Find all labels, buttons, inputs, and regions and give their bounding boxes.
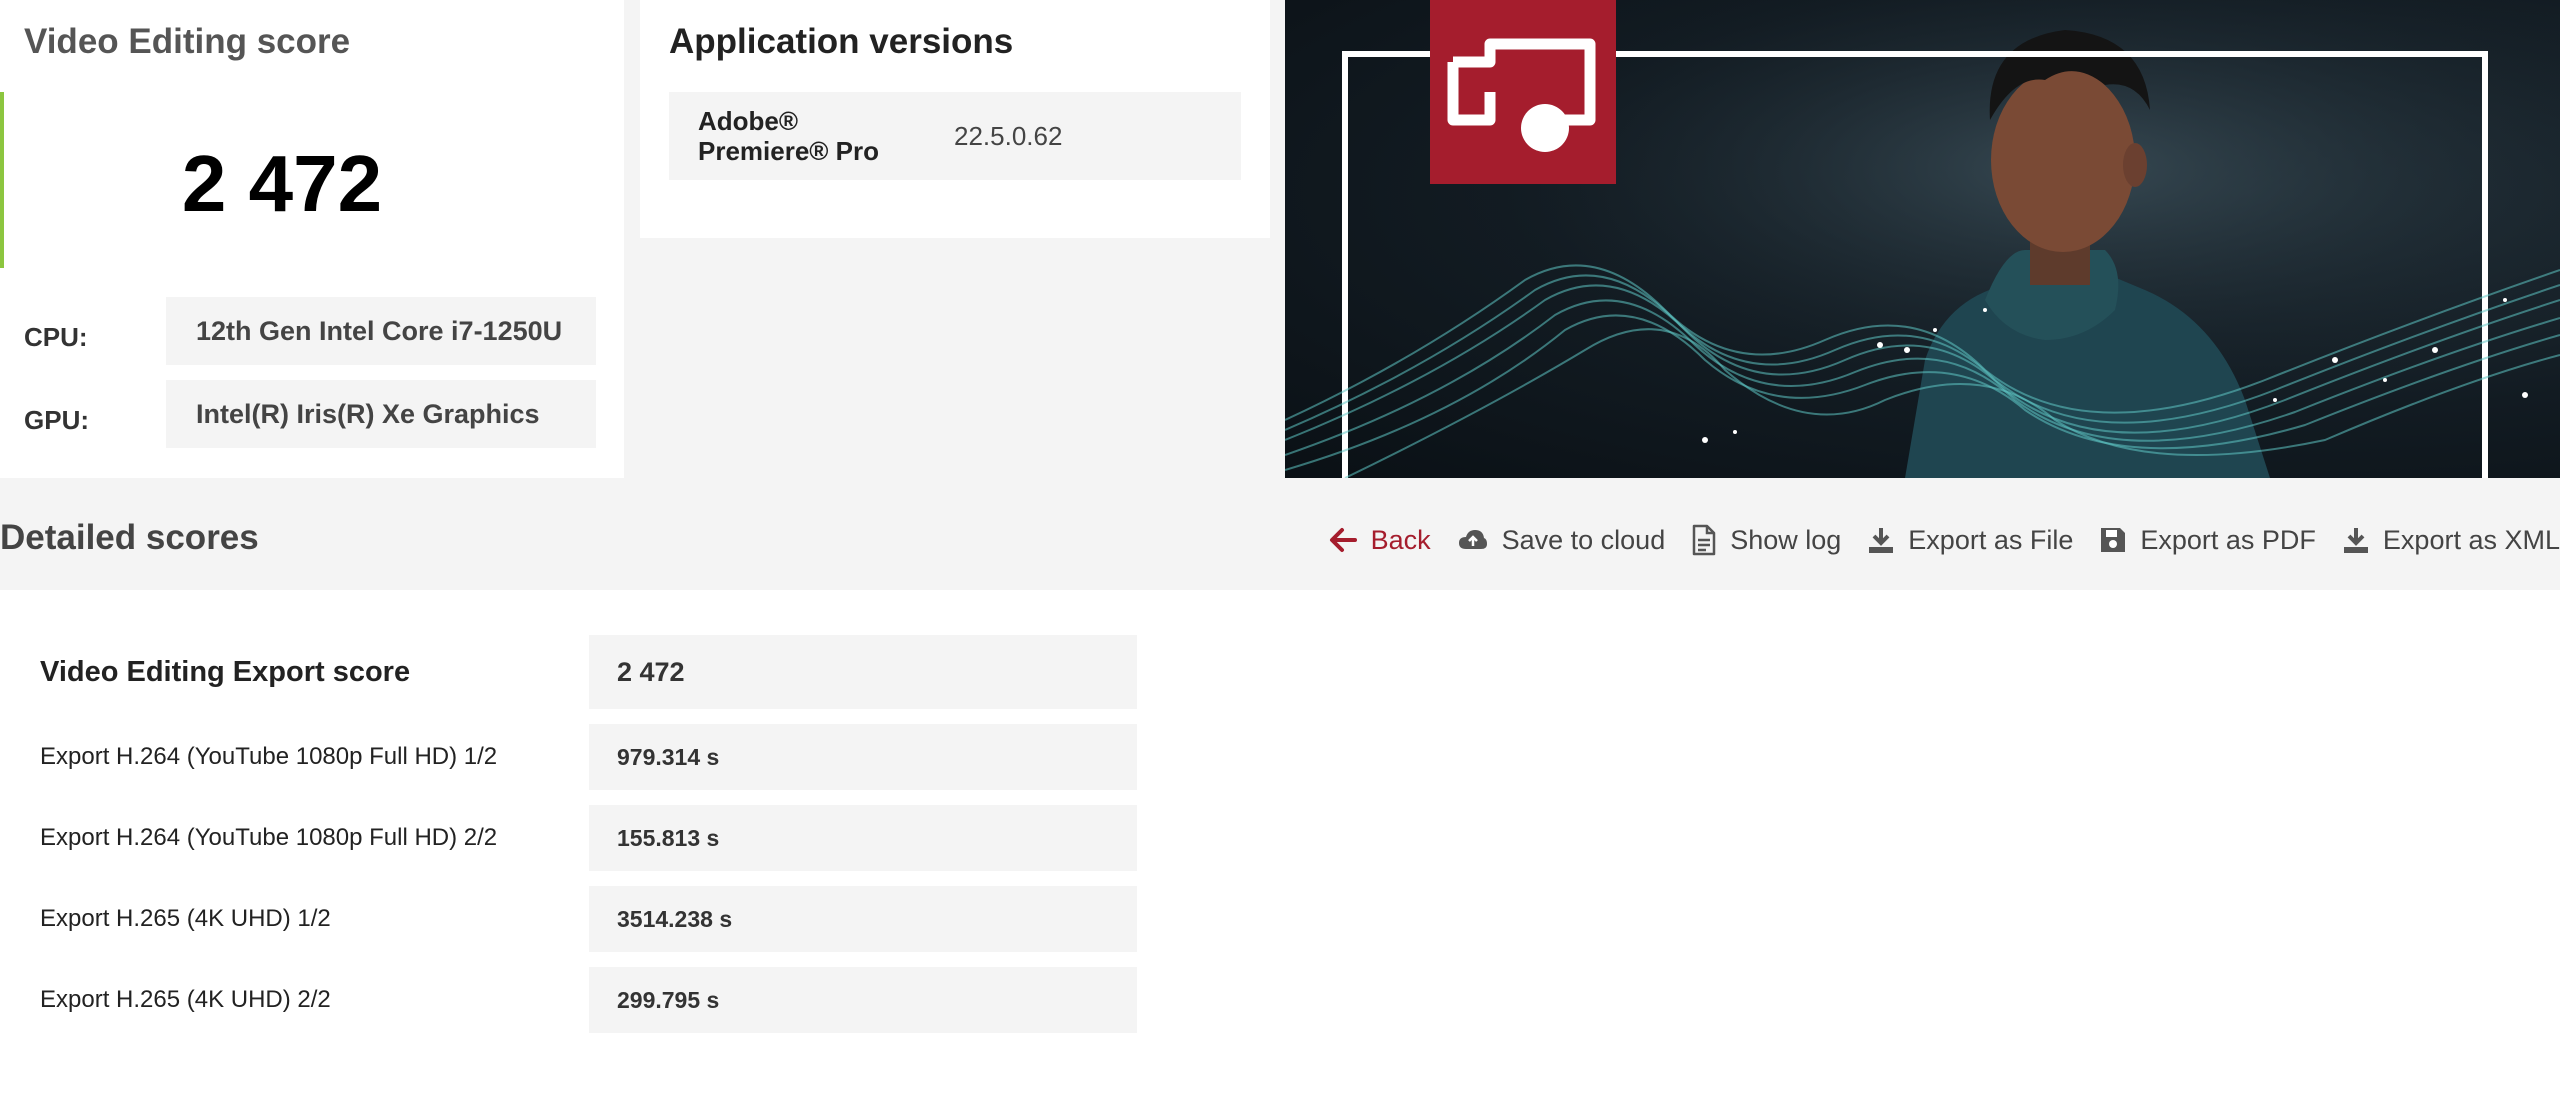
back-button[interactable]: Back [1329, 525, 1431, 556]
application-versions-card: Application versions Adobe® Premiere® Pr… [640, 0, 1270, 238]
version-row: Adobe® Premiere® Pro 22.5.0.62 [669, 92, 1241, 180]
cpu-label: CPU: [24, 322, 88, 352]
arrow-left-icon [1329, 528, 1357, 552]
detailed-scores-title: Detailed scores [0, 518, 259, 557]
top-row: Video Editing score 2 472 CPU: 12th Gen … [0, 0, 2560, 478]
row-value: 979.314 s [589, 724, 1137, 790]
hero-image [1285, 0, 2560, 478]
row-label: Export H.264 (YouTube 1080p Full HD) 1/2 [40, 743, 498, 770]
row-value: 299.795 s [589, 967, 1137, 1033]
export-pdf-label: Export as PDF [2140, 524, 2316, 555]
document-icon [1692, 524, 1716, 556]
row-label: Export H.265 (4K UHD) 1/2 [40, 905, 331, 932]
version-app-name: Adobe® Premiere® Pro [698, 106, 918, 166]
save-to-cloud-label: Save to cloud [1501, 524, 1666, 555]
version-app-line2: Premiere® Pro [698, 136, 880, 166]
back-label: Back [1370, 524, 1431, 555]
version-app-line1: Adobe® [698, 106, 799, 136]
export-pdf-button[interactable]: Export as PDF [2100, 525, 2316, 556]
badge-dot [1521, 104, 1569, 152]
cloud-upload-icon [1458, 530, 1487, 549]
export-xml-label: Export as XML [2382, 524, 2560, 555]
score-card: Video Editing score 2 472 CPU: 12th Gen … [0, 0, 624, 478]
download-icon [1869, 528, 1894, 553]
row-label: Video Editing Export score [40, 656, 411, 688]
score-title: Video Editing score [24, 22, 351, 61]
gpu-value: Intel(R) Iris(R) Xe Graphics [166, 380, 596, 448]
download-icon [2343, 528, 2368, 553]
version-number: 22.5.0.62 [954, 121, 1063, 151]
detailed-scores-bar: Detailed scores Back Save to cloud Show … [0, 478, 2560, 590]
row-label: Export H.264 (YouTube 1080p Full HD) 2/2 [40, 824, 498, 851]
export-file-label: Export as File [1908, 524, 2074, 555]
versions-title: Application versions [669, 22, 1014, 61]
detailed-scores-panel: Video Editing Export score 2 472 Export … [0, 590, 2560, 1093]
row-value: 155.813 s [589, 805, 1137, 871]
export-xml-button[interactable]: Export as XML [2343, 525, 2560, 556]
cpu-value: 12th Gen Intel Core i7-1250U [166, 297, 596, 365]
export-file-button[interactable]: Export as File [1868, 525, 2073, 556]
show-log-button[interactable]: Show log [1692, 524, 1841, 556]
toolbar: Back Save to cloud Show log Export as Fi… [1302, 522, 2560, 558]
gpu-label: GPU: [24, 405, 89, 435]
row-value: 3514.238 s [589, 886, 1137, 952]
save-to-cloud-button[interactable]: Save to cloud [1458, 524, 1666, 556]
row-label: Export H.265 (4K UHD) 2/2 [40, 986, 331, 1013]
row-value: 2 472 [589, 635, 1137, 709]
floppy-disk-icon [2101, 528, 2126, 552]
hero-illustration [1285, 0, 2560, 478]
show-log-label: Show log [1730, 524, 1842, 555]
score-value: 2 472 [181, 139, 383, 228]
